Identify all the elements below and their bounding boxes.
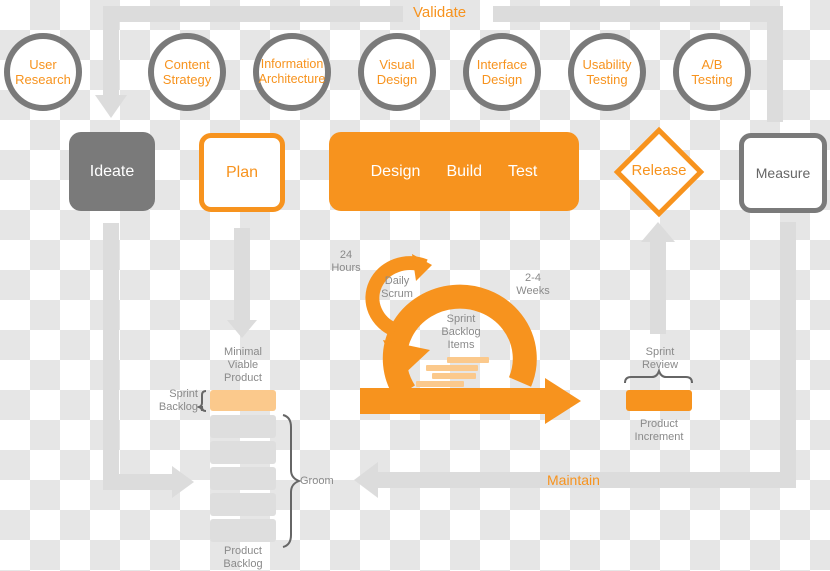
product-backlog-item bbox=[210, 519, 276, 542]
phase-plan[interactable]: Plan bbox=[199, 133, 285, 212]
activity-usability-testing[interactable]: Usability Testing bbox=[568, 33, 646, 111]
hours-label: 24 Hours bbox=[331, 249, 361, 274]
activity-interface-design[interactable]: Interface Design bbox=[463, 33, 541, 111]
backlog-item bbox=[416, 381, 464, 387]
backlog-item bbox=[432, 373, 476, 379]
product-increment-bar bbox=[626, 390, 692, 411]
validate-loop-top-right bbox=[493, 6, 783, 22]
plan-down-line bbox=[234, 228, 250, 322]
backlog-item bbox=[426, 365, 478, 371]
product-backlog-item bbox=[210, 467, 276, 490]
sprint-flow-bar bbox=[360, 388, 550, 414]
validate-loop-right-down bbox=[767, 6, 783, 122]
sprint-flow-arrowhead bbox=[545, 378, 581, 424]
validate-arrowhead bbox=[95, 95, 127, 118]
maintain-label: Maintain bbox=[547, 472, 600, 488]
product-increment-label: Product Increment bbox=[634, 418, 684, 443]
backlog-item bbox=[447, 357, 489, 363]
ideate-to-backlog-arrowhead bbox=[172, 466, 194, 498]
sprint-backlog-bar bbox=[210, 390, 276, 411]
groom-label: Groom bbox=[300, 475, 334, 487]
product-backlog-item bbox=[210, 441, 276, 464]
product-backlog-item bbox=[210, 415, 276, 438]
sprint-backlog-brace bbox=[195, 390, 207, 412]
validate-loop-left-down bbox=[103, 6, 119, 96]
phase-measure[interactable]: Measure bbox=[739, 133, 827, 213]
phase-ideate[interactable]: Ideate bbox=[69, 132, 155, 211]
weeks-label: 2-4 Weeks bbox=[516, 272, 550, 297]
product-backlog-item bbox=[210, 493, 276, 516]
sprint-review-label: Sprint Review bbox=[641, 346, 679, 371]
measure-down-line bbox=[780, 222, 796, 488]
groom-brace bbox=[282, 414, 302, 548]
activity-content-strategy[interactable]: Content Strategy bbox=[148, 33, 226, 111]
sprint-backlog-items-label: Sprint Backlog Items bbox=[441, 313, 481, 351]
validate-label: Validate bbox=[413, 4, 467, 21]
phase-test: Test bbox=[508, 162, 538, 180]
product-backlog-label: Product Backlog bbox=[223, 545, 263, 570]
validate-loop-top-left bbox=[103, 6, 403, 22]
phase-release: Release bbox=[631, 162, 687, 179]
ideate-down-line bbox=[103, 223, 119, 488]
mvp-label: Minimal Viable Product bbox=[224, 346, 262, 384]
daily-scrum-label: Daily Scrum bbox=[381, 275, 413, 300]
activity-information-architecture[interactable]: Information Architecture bbox=[253, 33, 331, 111]
activity-visual-design[interactable]: Visual Design bbox=[358, 33, 436, 111]
phase-design-build-test[interactable]: Design Build Test bbox=[329, 132, 579, 211]
maintain-arrowhead bbox=[354, 462, 378, 498]
phase-design: Design bbox=[370, 162, 421, 180]
ideate-to-backlog-line bbox=[103, 474, 175, 490]
phase-build: Build bbox=[446, 162, 483, 180]
review-up-arrowhead bbox=[641, 222, 675, 242]
activity-user-research[interactable]: User Research bbox=[4, 33, 82, 111]
sprint-review-brace bbox=[624, 367, 693, 384]
activity-ab-testing[interactable]: A/B Testing bbox=[673, 33, 751, 111]
review-up-line bbox=[650, 240, 666, 334]
plan-down-arrowhead bbox=[227, 320, 257, 338]
sprint-backlog-label: Sprint Backlog bbox=[158, 388, 198, 413]
